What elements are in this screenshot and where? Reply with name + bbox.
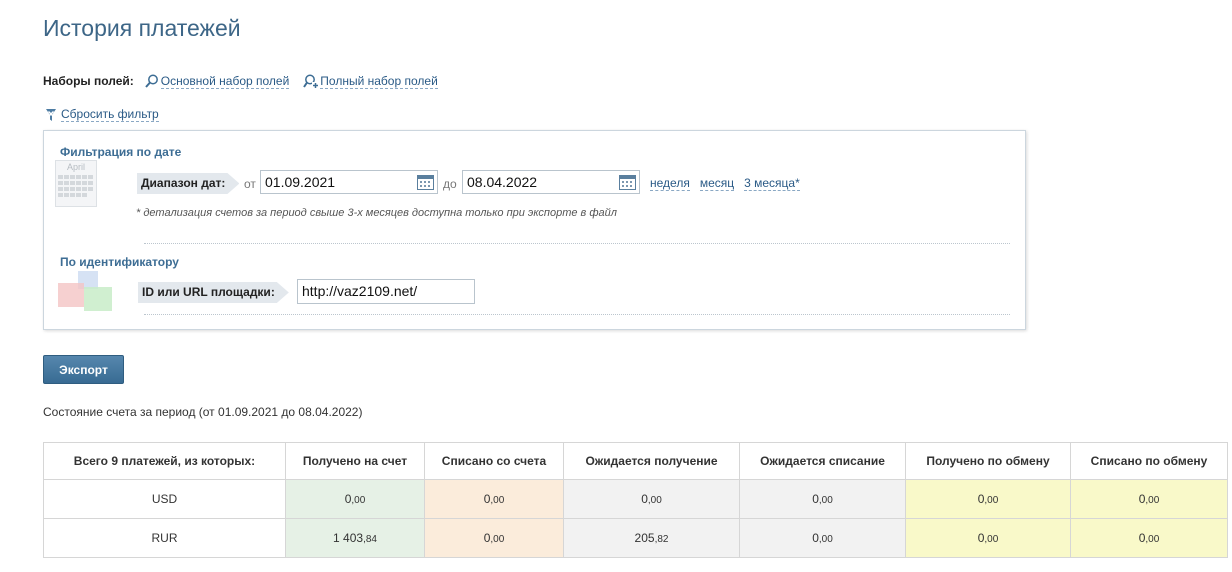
- amount-cell: 1 403,84: [285, 518, 425, 558]
- payments-table: Всего 9 платежей, из которых: Получено н…: [43, 442, 1228, 558]
- field-sets-label: Наборы полей:: [43, 74, 134, 88]
- calendar-month-label: April: [66, 162, 85, 172]
- divider: [144, 243, 1010, 244]
- date-range-note: * детализация счетов за период свыше 3-х…: [136, 207, 617, 219]
- id-filter-title: По идентификатору: [60, 255, 179, 269]
- column-header-expected-receipt: Ожидается получение: [563, 442, 740, 480]
- filter-panel: Фильтрация по дате April Диапазон дат: о…: [43, 130, 1026, 330]
- column-header-total: Всего 9 платежей, из которых:: [43, 442, 286, 480]
- basic-fields-link[interactable]: Основной набор полей: [160, 74, 290, 89]
- column-header-debited: Списано со счета: [424, 442, 564, 480]
- date-to-input[interactable]: 08.04.2022: [462, 170, 640, 194]
- date-filter-title: Фильтрация по дате: [60, 145, 182, 159]
- site-id-input[interactable]: http://vaz2109.net/: [297, 279, 475, 304]
- to-label: до: [443, 177, 457, 191]
- field-sets-bar: Наборы полей: Основной набор полей Полны…: [43, 73, 438, 89]
- amount-cell: 0,00: [424, 518, 564, 558]
- reset-filter-label: Сбросить фильтр: [61, 107, 159, 122]
- amount-fraction: ,00: [490, 495, 505, 506]
- date-from-input[interactable]: 01.09.2021: [260, 170, 438, 194]
- table-row: RUR 1 403,84 0,00 205,82 0,00 0,00 0,00: [43, 518, 1228, 558]
- period-week-link[interactable]: неделя: [650, 176, 690, 191]
- reset-filter[interactable]: Сбросить фильтр: [45, 107, 159, 122]
- amount-integer: 1 403: [333, 531, 364, 545]
- amount-cell: 0,00: [739, 479, 906, 519]
- date-from-value: 01.09.2021: [265, 174, 336, 190]
- currency-cell: USD: [43, 479, 286, 519]
- amount-fraction: ,82: [654, 534, 669, 545]
- amount-integer: 0: [812, 492, 819, 506]
- amount-fraction: ,00: [1145, 495, 1160, 506]
- amount-integer: 205: [634, 531, 655, 545]
- amount-cell: 0,00: [563, 479, 740, 519]
- date-from-calendar-icon[interactable]: [415, 172, 436, 192]
- amount-cell: 0,00: [739, 518, 906, 558]
- amount-cell: 0,00: [285, 479, 425, 519]
- column-header-exchange-received: Получено по обмену: [905, 442, 1071, 480]
- divider: [144, 314, 1010, 315]
- amount-cell: 0,00: [1070, 518, 1228, 558]
- full-fields-link[interactable]: Полный набор полей: [320, 74, 438, 89]
- amount-cell: 0,00: [424, 479, 564, 519]
- date-to-calendar-icon[interactable]: [617, 172, 638, 192]
- clear-filter-icon: [45, 108, 57, 122]
- page-title: История платежей: [43, 15, 241, 41]
- calendar-icon: April: [55, 160, 97, 207]
- amount-integer: 0: [641, 492, 648, 506]
- amount-cell: 0,00: [1070, 479, 1228, 519]
- search-plus-icon: [303, 73, 320, 89]
- period-month-link[interactable]: месяц: [699, 176, 735, 191]
- site-id-value: http://vaz2109.net/: [302, 283, 418, 299]
- column-header-received: Получено на счет: [285, 442, 425, 480]
- date-to-value: 08.04.2022: [467, 174, 538, 190]
- amount-cell: 0,00: [905, 518, 1071, 558]
- site-id-label: ID или URL площадки:: [138, 282, 289, 303]
- amount-fraction: ,00: [1145, 534, 1160, 545]
- amount-fraction: ,00: [490, 534, 505, 545]
- amount-fraction: ,00: [647, 495, 662, 506]
- cubes-icon: [56, 269, 118, 313]
- amount-integer: 0: [812, 531, 819, 545]
- amount-fraction: ,00: [351, 495, 366, 506]
- search-icon: [144, 73, 160, 89]
- from-label: от: [244, 177, 256, 191]
- currency-cell: RUR: [43, 518, 286, 558]
- column-header-expected-debit: Ожидается списание: [739, 442, 906, 480]
- amount-fraction: ,00: [984, 534, 999, 545]
- account-status-text: Состояние счета за период (от 01.09.2021…: [43, 405, 363, 419]
- amount-cell: 205,82: [563, 518, 740, 558]
- amount-fraction: ,84: [363, 534, 377, 545]
- export-button[interactable]: Экспорт: [43, 355, 124, 384]
- amount-cell: 0,00: [905, 479, 1071, 519]
- table-header-row: Всего 9 платежей, из которых: Получено н…: [43, 442, 1228, 480]
- table-row: USD 0,00 0,00 0,00 0,00 0,00 0,00: [43, 479, 1228, 519]
- date-range-label: Диапазон дат:: [137, 173, 239, 194]
- amount-fraction: ,00: [984, 495, 999, 506]
- period-3months-link[interactable]: 3 месяца*: [744, 176, 800, 191]
- amount-fraction: ,00: [818, 534, 833, 545]
- amount-fraction: ,00: [818, 495, 833, 506]
- period-links: неделя месяц 3 месяца*: [650, 176, 800, 191]
- column-header-exchange-debited: Списано по обмену: [1070, 442, 1228, 480]
